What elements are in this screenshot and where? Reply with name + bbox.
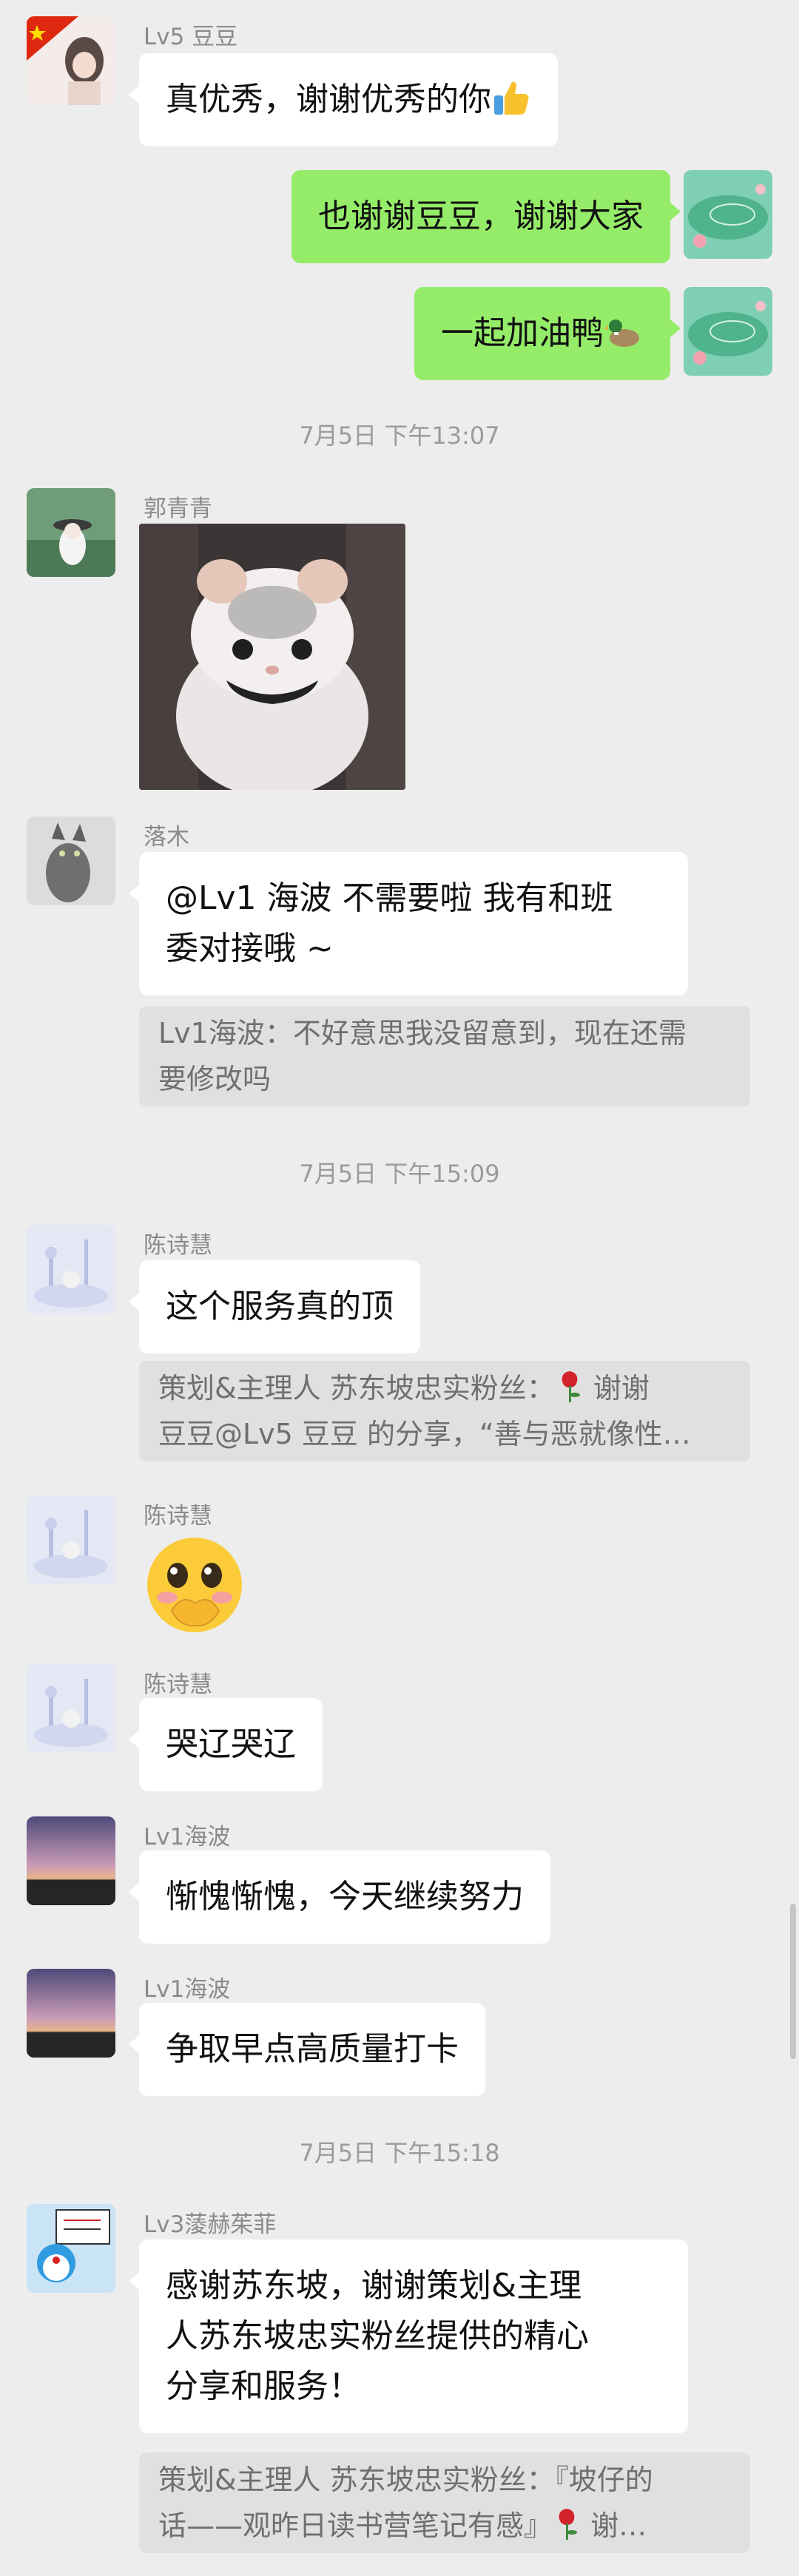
quote-text: 话——观昨日读书营笔记有感』 (158, 2509, 553, 2542)
quote-text: 谢… (590, 2509, 647, 2542)
avatar[interactable] (27, 1495, 115, 1584)
rose-icon (562, 1371, 580, 1402)
timestamp: 7月5日 下午15:18 (299, 2139, 500, 2167)
avatar[interactable] (27, 1969, 115, 2058)
message-bubble[interactable]: 争取早点高质量打卡 (129, 2003, 485, 2096)
sender-name: Lv1海波 (144, 1824, 231, 1850)
quote-text: 策划&主理人 苏东坡忠实粉丝：『坡仔的 (158, 2464, 653, 2496)
message-bubble[interactable]: 哭辽哭辽 (129, 1698, 323, 1791)
message-text: 这个服务真的顶 (166, 1288, 394, 1325)
message-text: 哭辽哭辽 (166, 1725, 296, 1763)
my-avatar[interactable] (684, 170, 772, 259)
thumbs-up-icon (494, 81, 529, 115)
sender-name: 陈诗慧 (144, 1671, 212, 1698)
avatar[interactable] (27, 817, 115, 905)
message-text: 惭愧惭愧，今天继续努力 (166, 1878, 524, 1916)
rose-icon (559, 2509, 578, 2540)
sender-name: Lv5 豆豆 (144, 24, 238, 50)
quote-text: 豆豆@Lv5 豆豆 的分享，“善与恶就像性… (158, 1418, 691, 1450)
message-text: 争取早点高质量打卡 (166, 2030, 459, 2068)
message-bubble[interactable]: 真优秀，谢谢优秀的你 (129, 53, 558, 146)
sender-name: 陈诗慧 (144, 1232, 212, 1259)
message-text: 人苏东坡忠实粉丝提供的精心 (166, 2317, 589, 2355)
message-bubble[interactable]: 也谢谢豆豆，谢谢大家 (291, 170, 681, 263)
timestamp: 7月5日 下午13:07 (299, 422, 500, 450)
message-text: 真优秀，谢谢优秀的你 (166, 81, 491, 118)
quote-line: 策划&主理人 苏东坡忠实粉丝： 谢谢 (158, 1365, 731, 1411)
quote-text: Lv1海波：不好意思我没留意到，现在还需 (158, 1017, 687, 1049)
message-bubble[interactable]: 一起加油鸭 (414, 287, 681, 380)
sender-name: Lv3蔆赫茱菲 (144, 2211, 277, 2238)
sender-name: 落木 (144, 824, 189, 851)
avatar[interactable] (27, 2204, 115, 2293)
avatar[interactable] (27, 1664, 115, 1753)
timestamp: 7月5日 下午15:09 (299, 1160, 500, 1188)
avatar[interactable] (27, 1816, 115, 1905)
sender-name: Lv1海波 (144, 1976, 231, 2003)
message-text: @Lv1 海波 不需要啦 我有和班 (166, 879, 613, 917)
message-bubble[interactable]: 惭愧惭愧，今天继续努力 (129, 1850, 550, 1944)
message-bubble[interactable]: @Lv1 海波 不需要啦 我有和班 委对接哦 ~ (129, 852, 688, 995)
cat-photo-image[interactable] (139, 524, 405, 790)
quoted-message[interactable]: Lv1海波：不好意思我没留意到，现在还需 要修改吗 (139, 1006, 750, 1106)
quote-text: 谢谢 (593, 1372, 650, 1404)
message-text: 感谢苏东坡，谢谢策划&主理 (166, 2267, 582, 2305)
message-text: 一起加油鸭 (441, 314, 604, 352)
scrollbar[interactable] (790, 1904, 796, 2059)
quote-text: 要修改吗 (158, 1063, 272, 1095)
avatar[interactable] (27, 1225, 115, 1314)
message-text: 分享和服务！ (166, 2367, 361, 2405)
message-text: 委对接哦 ~ (166, 930, 334, 967)
shy-face-emoji-icon[interactable] (139, 1529, 250, 1640)
sender-name: 陈诗慧 (144, 1503, 212, 1529)
duck-icon (604, 320, 639, 347)
my-avatar[interactable] (684, 287, 772, 376)
message-bubble[interactable]: 这个服务真的顶 (129, 1260, 420, 1353)
quote-text: 策划&主理人 苏东坡忠实粉丝： (158, 1372, 555, 1404)
message-bubble[interactable]: 感谢苏东坡，谢谢策划&主理 人苏东坡忠实粉丝提供的精心 分享和服务！ (129, 2239, 688, 2433)
quote-line: 话——观昨日读书营笔记有感』 谢… (158, 2503, 731, 2549)
message-text: 也谢谢豆豆，谢谢大家 (318, 197, 644, 235)
sender-name: 郭青青 (144, 496, 212, 522)
quoted-message[interactable]: 策划&主理人 苏东坡忠实粉丝：『坡仔的 话——观昨日读书营笔记有感』 谢… (139, 2452, 750, 2553)
avatar[interactable] (27, 488, 115, 577)
quoted-message[interactable]: 策划&主理人 苏东坡忠实粉丝： 谢谢 豆豆@Lv5 豆豆 的分享，“善与恶就像性… (139, 1361, 750, 1461)
avatar[interactable] (27, 16, 115, 105)
